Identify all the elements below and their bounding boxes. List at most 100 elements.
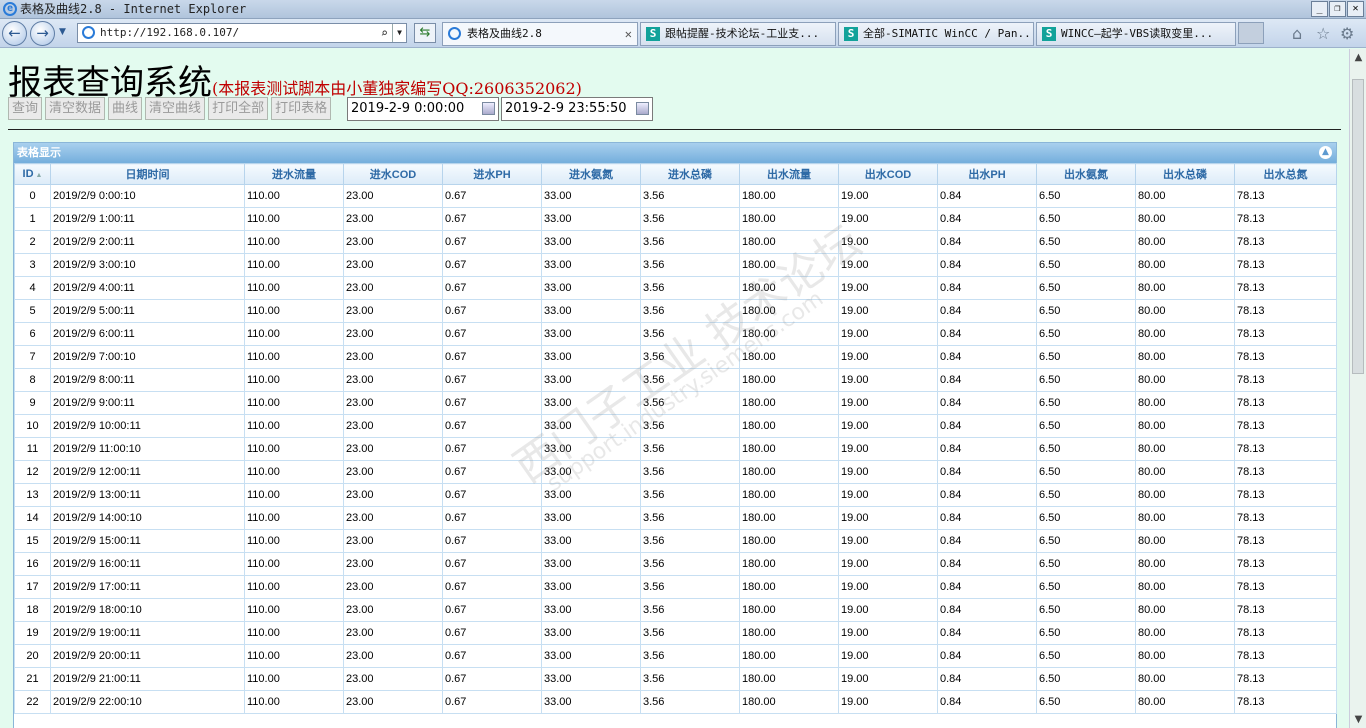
table-cell: 33.00 bbox=[541, 207, 641, 231]
tab-2[interactable]: S 跟帖提醒-技术论坛-工业支... bbox=[640, 22, 836, 46]
table-row[interactable]: 13 2019/2/9 13:00:11 110.00 23.00 0.67 33.00 3… bbox=[14, 483, 1337, 507]
table-row[interactable]: 3 2019/2/9 3:00:10 110.00 23.00 0.67 33.00 3.5… bbox=[14, 253, 1337, 277]
table-cell: 10 bbox=[14, 414, 51, 438]
column-header[interactable]: 出水流量 bbox=[739, 163, 839, 185]
clear-data-button[interactable]: 清空数据 bbox=[45, 97, 106, 120]
forward-button[interactable]: → bbox=[30, 21, 55, 46]
table-cell: 80.00 bbox=[1135, 552, 1235, 576]
table-cell: 78.13 bbox=[1234, 621, 1337, 645]
column-header[interactable]: 日期时间 bbox=[50, 163, 245, 185]
curve-button[interactable]: 曲线 bbox=[108, 97, 143, 120]
table-row[interactable]: 15 2019/2/9 15:00:11 110.00 23.00 0.67 33.00 3… bbox=[14, 529, 1337, 553]
new-tab-button[interactable] bbox=[1238, 22, 1264, 44]
table-cell: 110.00 bbox=[244, 460, 344, 484]
column-header[interactable]: 进水PH bbox=[442, 163, 542, 185]
minimize-icon[interactable]: _ bbox=[1311, 1, 1328, 17]
home-icon[interactable]: ⌂ bbox=[1292, 24, 1302, 43]
column-header[interactable]: 出水总氮 bbox=[1234, 163, 1337, 185]
close-tab-icon[interactable]: ✕ bbox=[625, 23, 632, 45]
table-row[interactable]: 4 2019/2/9 4:00:11 110.00 23.00 0.67 33.00 3.5… bbox=[14, 276, 1337, 300]
table-row[interactable]: 14 2019/2/9 14:00:10 110.00 23.00 0.67 33.00 3… bbox=[14, 506, 1337, 530]
table-row[interactable]: 20 2019/2/9 20:00:11 110.00 23.00 0.67 33.00 3… bbox=[14, 644, 1337, 668]
column-header[interactable]: 出水COD bbox=[838, 163, 938, 185]
query-button[interactable]: 查询 bbox=[8, 97, 43, 120]
table-row[interactable]: 2 2019/2/9 2:00:11 110.00 23.00 0.67 33.00 3.5… bbox=[14, 230, 1337, 254]
table-cell: 18 bbox=[14, 598, 51, 622]
table-cell: 180.00 bbox=[739, 184, 839, 208]
table-cell: 80.00 bbox=[1135, 667, 1235, 691]
search-icon[interactable]: ⌕ bbox=[381, 24, 388, 42]
table-cell: 13 bbox=[14, 483, 51, 507]
table-row[interactable]: 12 2019/2/9 12:00:11 110.00 23.00 0.67 33.00 3… bbox=[14, 460, 1337, 484]
column-header[interactable]: 进水总磷 bbox=[640, 163, 740, 185]
table-cell: 0.84 bbox=[937, 483, 1037, 507]
table-cell: 2019/2/9 0:00:10 bbox=[50, 184, 245, 208]
column-header[interactable]: 出水总磷 bbox=[1135, 163, 1235, 185]
print-table-button[interactable]: 打印表格 bbox=[271, 97, 332, 120]
scroll-up-icon[interactable]: ▲ bbox=[1350, 49, 1366, 66]
table-cell: 23.00 bbox=[343, 575, 443, 599]
table-cell: 0.67 bbox=[442, 322, 542, 346]
collapse-icon[interactable]: ▲ bbox=[1319, 146, 1332, 159]
table-cell: 110.00 bbox=[244, 345, 344, 369]
table-row[interactable]: 1 2019/2/9 1:00:11 110.00 23.00 0.67 33.00 3.5… bbox=[14, 207, 1337, 231]
table-cell: 6.50 bbox=[1036, 483, 1136, 507]
favorites-star-icon[interactable]: ☆ bbox=[1316, 24, 1330, 43]
table-cell: 19.00 bbox=[838, 322, 938, 346]
address-dropdown-icon[interactable]: ▼ bbox=[392, 24, 406, 42]
restore-icon[interactable]: ❐ bbox=[1329, 1, 1346, 17]
table-cell: 6.50 bbox=[1036, 345, 1136, 369]
table-cell: 23.00 bbox=[343, 460, 443, 484]
table-row[interactable]: 18 2019/2/9 18:00:10 110.00 23.00 0.67 33.00 3… bbox=[14, 598, 1337, 622]
end-time-field[interactable]: 2019-2-9 23:55:50 bbox=[501, 97, 653, 121]
table-cell: 110.00 bbox=[244, 230, 344, 254]
tab-4[interactable]: S WINCC—起学-VBS读取变里... bbox=[1036, 22, 1236, 46]
table-cell: 78.13 bbox=[1234, 644, 1337, 668]
table-row[interactable]: 10 2019/2/9 10:00:11 110.00 23.00 0.67 33.00 3… bbox=[14, 414, 1337, 438]
sort-asc-icon: ▲ bbox=[35, 172, 43, 179]
tab-label: 跟帖提醒-技术论坛-工业支... bbox=[665, 27, 820, 40]
table-cell: 80.00 bbox=[1135, 276, 1235, 300]
scroll-down-icon[interactable]: ▼ bbox=[1350, 711, 1366, 728]
column-header[interactable]: 出水氨氮 bbox=[1036, 163, 1136, 185]
table-cell: 80.00 bbox=[1135, 322, 1235, 346]
column-header[interactable]: 进水流量 bbox=[244, 163, 344, 185]
column-header[interactable]: 进水氨氮 bbox=[541, 163, 641, 185]
close-icon[interactable]: ✕ bbox=[1347, 1, 1364, 17]
table-row[interactable]: 21 2019/2/9 21:00:11 110.00 23.00 0.67 33.00 3… bbox=[14, 667, 1337, 691]
table-cell: 19.00 bbox=[838, 483, 938, 507]
column-header[interactable]: 进水COD bbox=[343, 163, 443, 185]
table-cell: 6.50 bbox=[1036, 414, 1136, 438]
table-cell: 14 bbox=[14, 506, 51, 530]
table-row[interactable]: 16 2019/2/9 16:00:11 110.00 23.00 0.67 33.00 3… bbox=[14, 552, 1337, 576]
table-cell: 80.00 bbox=[1135, 598, 1235, 622]
column-header[interactable]: ID ▲ bbox=[14, 163, 51, 185]
tab-3[interactable]: S 全部-SIMATIC WinCC / Pan... bbox=[838, 22, 1034, 46]
scroll-thumb[interactable] bbox=[1352, 79, 1364, 374]
tab-1[interactable]: 表格及曲线2.8 ✕ bbox=[442, 22, 638, 46]
calendar-icon[interactable] bbox=[636, 102, 649, 115]
column-header[interactable]: 出水PH bbox=[937, 163, 1037, 185]
table-cell: 3.56 bbox=[640, 506, 740, 530]
calendar-icon[interactable] bbox=[482, 102, 495, 115]
table-cell: 78.13 bbox=[1234, 276, 1337, 300]
table-row[interactable]: 17 2019/2/9 17:00:11 110.00 23.00 0.67 33.00 3… bbox=[14, 575, 1337, 599]
table-row[interactable]: 0 2019/2/9 0:00:10 110.00 23.00 0.67 33.00 3.5… bbox=[14, 184, 1337, 208]
table-row[interactable]: 11 2019/2/9 11:00:10 110.00 23.00 0.67 33.00 3… bbox=[14, 437, 1337, 461]
gear-icon[interactable]: ⚙ bbox=[1340, 24, 1354, 43]
address-bar[interactable]: http://192.168.0.107/ ⌕ ▼ bbox=[77, 23, 407, 43]
start-time-field[interactable]: 2019-2-9 0:00:00 bbox=[347, 97, 499, 121]
print-all-button[interactable]: 打印全部 bbox=[208, 97, 269, 120]
history-dropdown-icon[interactable]: ▼ bbox=[59, 27, 66, 37]
vertical-scrollbar[interactable]: ▲ ▼ bbox=[1349, 49, 1366, 728]
clear-curve-button[interactable]: 清空曲线 bbox=[145, 97, 206, 120]
table-cell: 0.84 bbox=[937, 667, 1037, 691]
table-cell: 23.00 bbox=[343, 529, 443, 553]
table-cell: 2019/2/9 20:00:11 bbox=[50, 644, 245, 668]
back-button[interactable]: ← bbox=[2, 21, 27, 46]
table-row[interactable]: 22 2019/2/9 22:00:10 110.00 23.00 0.67 33.00 3… bbox=[14, 690, 1337, 714]
table-cell: 2019/2/9 2:00:11 bbox=[50, 230, 245, 254]
table-cell: 0.67 bbox=[442, 644, 542, 668]
refresh-button[interactable]: ⇆ bbox=[414, 23, 436, 43]
table-row[interactable]: 19 2019/2/9 19:00:11 110.00 23.00 0.67 33.00 3… bbox=[14, 621, 1337, 645]
